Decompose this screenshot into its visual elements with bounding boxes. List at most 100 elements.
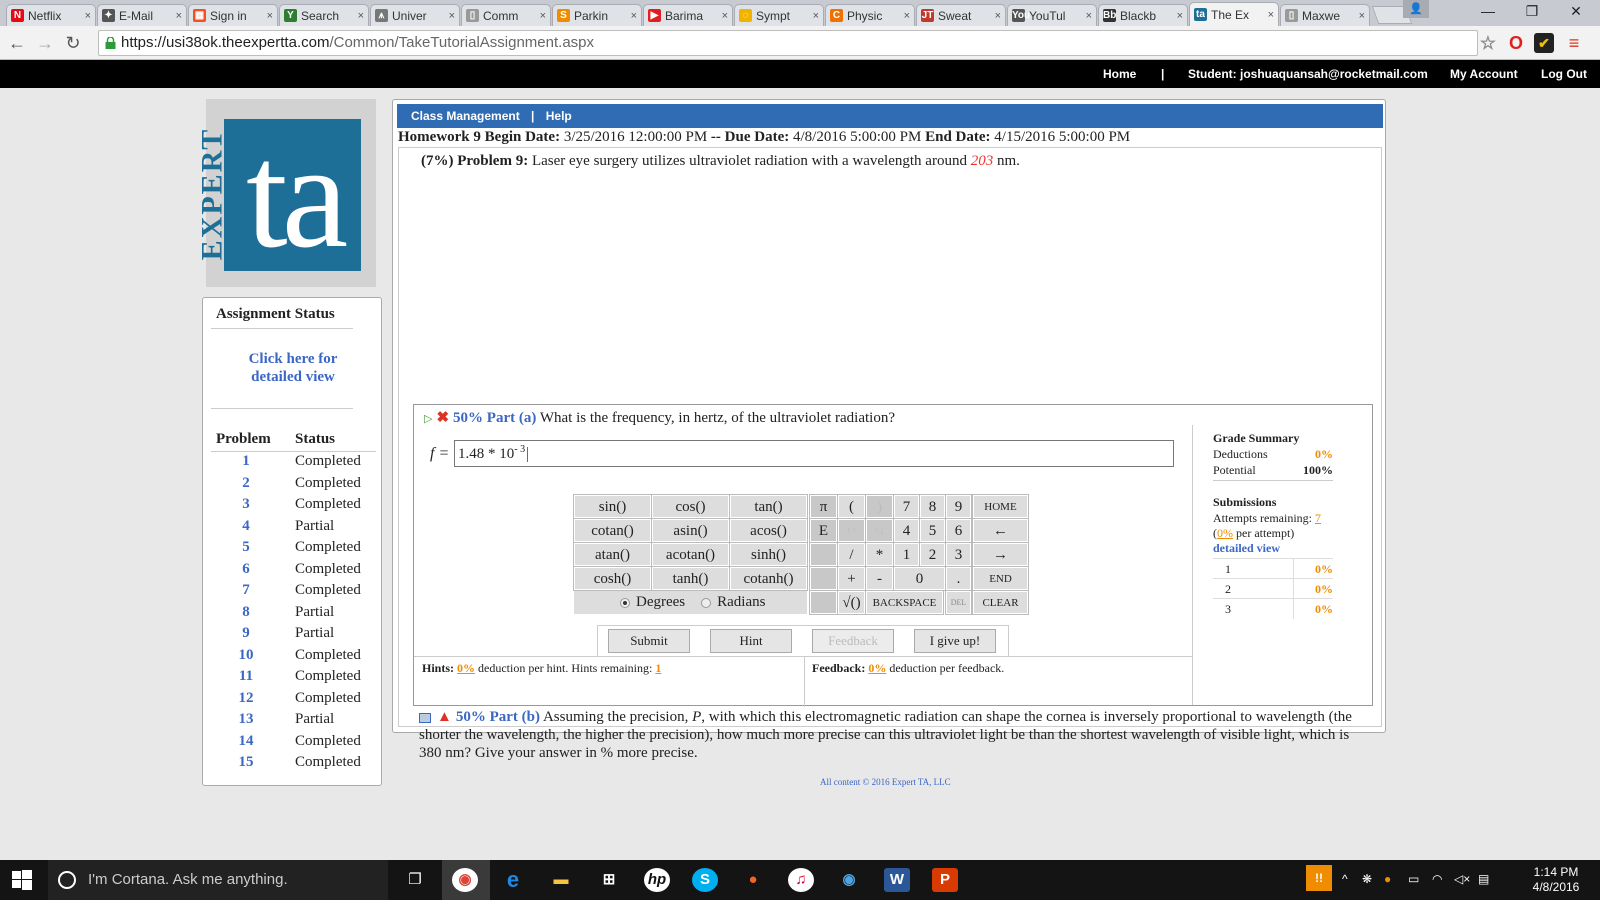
keypad-key[interactable]: DEL: [945, 590, 972, 615]
problem-number-link[interactable]: 10: [211, 647, 281, 664]
problem-number-link[interactable]: 15: [211, 754, 281, 771]
tab-close-icon[interactable]: ×: [176, 10, 182, 22]
tab-close-icon[interactable]: ×: [540, 10, 546, 22]
browser-tab[interactable]: S Parkin ×: [552, 4, 642, 26]
tab-close-icon[interactable]: ×: [1086, 10, 1092, 22]
problem-row[interactable]: 2 Completed: [211, 475, 376, 497]
minimize-button[interactable]: —: [1466, 0, 1510, 24]
problem-number-link[interactable]: 13: [211, 711, 281, 728]
function-key[interactable]: acotan(): [651, 542, 730, 567]
keypad-key[interactable]: END: [972, 566, 1029, 591]
notification-badge-icon[interactable]: !!: [1306, 865, 1332, 891]
keypad-key[interactable]: BACKSPACE: [865, 590, 944, 615]
browser-tab[interactable]: C Physic ×: [825, 4, 915, 26]
keypad-key[interactable]: -: [865, 566, 894, 591]
tab-close-icon[interactable]: ×: [904, 10, 910, 22]
keypad-key[interactable]: ): [865, 494, 894, 519]
browser-tab[interactable]: ⩚ Univer ×: [370, 4, 460, 26]
battery-icon[interactable]: ▭: [1408, 872, 1419, 886]
keypad-key[interactable]: /: [837, 542, 866, 567]
keypad-key[interactable]: ←: [972, 518, 1029, 543]
function-key[interactable]: asin(): [651, 518, 730, 543]
tab-close-icon[interactable]: ×: [631, 10, 637, 22]
help-link[interactable]: Help: [546, 109, 572, 123]
function-key[interactable]: cotanh(): [729, 566, 808, 591]
tab-close-icon[interactable]: ×: [995, 10, 1001, 22]
submissions-detailed-view-link[interactable]: detailed view: [1213, 541, 1333, 556]
wifi-icon[interactable]: ◠: [1432, 872, 1442, 886]
problem-row[interactable]: 12 Completed: [211, 690, 376, 712]
profile-icon[interactable]: 👤: [1403, 0, 1429, 18]
tab-close-icon[interactable]: ×: [1177, 10, 1183, 22]
chrome-icon[interactable]: ◉: [452, 868, 478, 892]
keypad-key[interactable]: 1: [893, 542, 920, 567]
url-field[interactable]: https://usi38ok.theexpertta.com/Common/T…: [98, 30, 1478, 56]
problem-number-link[interactable]: 11: [211, 668, 281, 685]
problem-row[interactable]: 10 Completed: [211, 647, 376, 669]
keypad-key[interactable]: CLEAR: [972, 590, 1029, 615]
browser-tab[interactable]: ta The Ex ×: [1189, 2, 1279, 26]
expand-play-icon[interactable]: ▷: [424, 413, 432, 425]
browser-tab[interactable]: Bb Blackb ×: [1098, 4, 1188, 26]
function-key[interactable]: tanh(): [651, 566, 730, 591]
collapse-icon[interactable]: [419, 712, 431, 723]
bookmark-star-icon[interactable]: ☆: [1478, 33, 1498, 53]
tray-origin-icon[interactable]: ●: [1384, 872, 1391, 886]
opera-icon[interactable]: O: [1506, 33, 1526, 53]
problem-number-link[interactable]: 9: [211, 625, 281, 642]
degrees-radio[interactable]: [620, 597, 630, 608]
tray-app-icon[interactable]: ❋: [1362, 872, 1372, 886]
keypad-key[interactable]: 6: [945, 518, 972, 543]
radians-radio[interactable]: [701, 597, 712, 608]
problem-number-link[interactable]: 5: [211, 539, 281, 556]
forward-icon[interactable]: →: [34, 32, 56, 54]
problem-row[interactable]: 11 Completed: [211, 668, 376, 690]
problem-row[interactable]: 1 Completed: [211, 453, 376, 475]
browser-tab[interactable]: ◌ Sympt ×: [734, 4, 824, 26]
submit-button[interactable]: Submit: [608, 629, 690, 653]
task-view-icon[interactable]: ❐: [402, 868, 428, 892]
tab-close-icon[interactable]: ×: [358, 10, 364, 22]
function-key[interactable]: cosh(): [573, 566, 652, 591]
tray-chevron-icon[interactable]: ^: [1342, 872, 1348, 886]
problem-row[interactable]: 13 Partial: [211, 711, 376, 733]
tab-close-icon[interactable]: ×: [1359, 10, 1365, 22]
hp-icon[interactable]: hp: [644, 868, 670, 892]
cortana-search-box[interactable]: I'm Cortana. Ask me anything.: [48, 860, 388, 900]
answer-input[interactable]: 1.48 * 10- 3: [454, 440, 1174, 467]
browser-tab[interactable]: You YouTul ×: [1007, 4, 1097, 26]
keypad-key[interactable]: π: [809, 494, 838, 519]
keypad-key[interactable]: ↑^: [837, 518, 866, 543]
function-key[interactable]: sinh(): [729, 542, 808, 567]
keypad-key[interactable]: 4: [893, 518, 920, 543]
problem-row[interactable]: 15 Completed: [211, 754, 376, 776]
hint-button[interactable]: Hint: [710, 629, 792, 653]
close-window-button[interactable]: ✕: [1554, 0, 1598, 24]
windows-start-icon[interactable]: [12, 870, 32, 890]
problem-number-link[interactable]: 14: [211, 733, 281, 750]
keypad-key[interactable]: 3: [945, 542, 972, 567]
problem-row[interactable]: 3 Completed: [211, 496, 376, 518]
my-account-link[interactable]: My Account: [1450, 67, 1518, 81]
keypad-key[interactable]: +: [837, 566, 866, 591]
keypad-key[interactable]: E: [809, 518, 838, 543]
browser-tab[interactable]: ▦ Sign in ×: [188, 4, 278, 26]
keypad-key[interactable]: →: [972, 542, 1029, 567]
log-out-link[interactable]: Log Out: [1541, 67, 1587, 81]
function-key[interactable]: cos(): [651, 494, 730, 519]
store-icon[interactable]: ⊞: [596, 868, 622, 892]
function-key[interactable]: tan(): [729, 494, 808, 519]
problem-number-link[interactable]: 6: [211, 561, 281, 578]
keypad-key[interactable]: 0: [893, 566, 946, 591]
problem-row[interactable]: 14 Completed: [211, 733, 376, 755]
problem-row[interactable]: 6 Completed: [211, 561, 376, 583]
home-link[interactable]: Home: [1103, 67, 1136, 81]
browser-tab[interactable]: ▶ Barima ×: [643, 4, 733, 26]
tab-close-icon[interactable]: ×: [1268, 9, 1274, 21]
word-icon[interactable]: W: [884, 868, 910, 892]
keypad-key[interactable]: 8: [919, 494, 946, 519]
problem-number-link[interactable]: 1: [211, 453, 281, 470]
keypad-key[interactable]: 2: [919, 542, 946, 567]
browser-tab[interactable]: ✦ E-Mail ×: [97, 4, 187, 26]
function-key[interactable]: acos(): [729, 518, 808, 543]
